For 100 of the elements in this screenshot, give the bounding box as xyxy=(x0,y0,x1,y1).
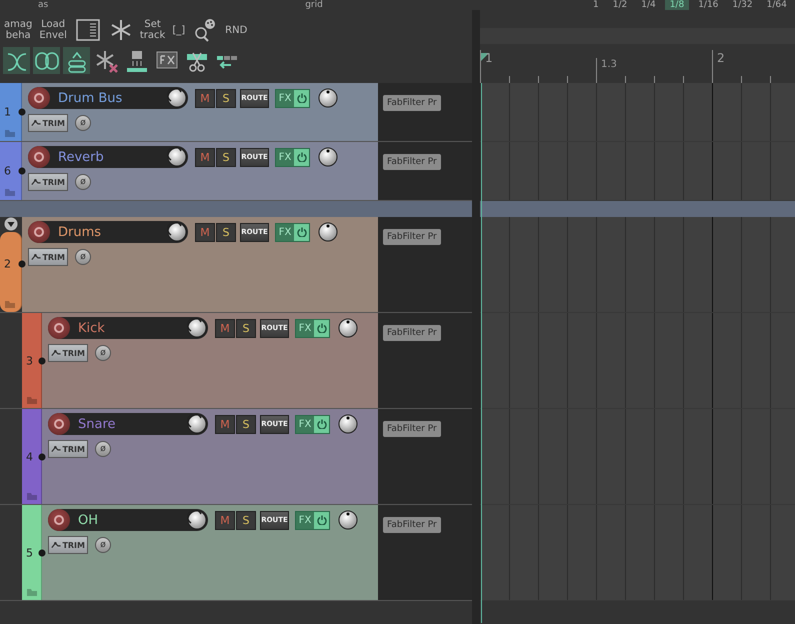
plugin-slot[interactable]: FabFilter Pr xyxy=(383,325,441,341)
fx-button[interactable]: FX xyxy=(296,512,314,528)
plugin-slot[interactable]: FabFilter Pr xyxy=(383,95,441,111)
collapse-icon[interactable] xyxy=(4,217,18,231)
track-name-field[interactable]: Reverb xyxy=(28,146,188,168)
trim-button[interactable]: TRIM xyxy=(48,536,88,554)
fx-button[interactable]: FX xyxy=(276,90,294,106)
grid-division-button[interactable]: 1/2 xyxy=(608,0,632,10)
volume-knob xyxy=(167,88,187,108)
toolbar-button[interactable] xyxy=(33,47,60,74)
folder-icon xyxy=(27,397,37,404)
phase-button[interactable]: ø xyxy=(75,115,91,131)
solo-button[interactable]: S xyxy=(236,510,256,530)
toolbar-button[interactable]: RND xyxy=(224,24,248,36)
mute-button[interactable]: M xyxy=(215,414,235,434)
fx-bypass-button[interactable] xyxy=(314,320,329,336)
volume-knob xyxy=(187,414,207,434)
track-name-field[interactable]: Snare xyxy=(48,413,208,435)
envelope-icon xyxy=(51,349,62,357)
trim-button[interactable]: TRIM xyxy=(28,114,68,132)
track-name-field[interactable]: Drums xyxy=(28,221,188,243)
solo-button[interactable]: S xyxy=(236,414,256,434)
phase-button[interactable]: ø xyxy=(75,174,91,190)
fx-bypass-button[interactable] xyxy=(294,224,309,240)
mute-button[interactable]: M xyxy=(195,148,215,166)
fx-button[interactable]: FX xyxy=(296,416,314,432)
fx-button[interactable]: FX xyxy=(276,148,294,166)
phase-button[interactable]: ø xyxy=(95,441,111,457)
toolbar-button[interactable]: amag beha xyxy=(3,19,34,41)
record-arm-button[interactable] xyxy=(48,509,70,531)
record-icon xyxy=(34,152,44,162)
grid-division-button[interactable]: 1/16 xyxy=(693,0,724,10)
grid-division-button[interactable]: 1/32 xyxy=(727,0,758,10)
toolbar-label: grid xyxy=(305,0,323,10)
track-name: Reverb xyxy=(57,150,105,164)
envelope-icon xyxy=(51,541,62,549)
trim-button[interactable]: TRIM xyxy=(48,440,88,458)
record-arm-button[interactable] xyxy=(48,413,70,435)
record-icon xyxy=(34,227,44,237)
fx-button[interactable]: FX xyxy=(276,224,294,240)
trim-button[interactable]: TRIM xyxy=(48,344,88,362)
grid-division-button[interactable]: 1/4 xyxy=(636,0,661,10)
plugin-slot[interactable]: FabFilter Pr xyxy=(383,154,441,170)
grid-division-button[interactable]: 1/64 xyxy=(762,0,792,10)
volume-knob xyxy=(167,222,187,242)
record-arm-button[interactable] xyxy=(28,87,50,109)
pan-knob[interactable] xyxy=(318,222,338,242)
folder-icon xyxy=(5,130,15,137)
pan-knob[interactable] xyxy=(338,318,358,338)
track-number: 4 xyxy=(26,450,33,463)
pan-knob[interactable] xyxy=(318,88,338,108)
grid-division-button[interactable]: 1 xyxy=(588,0,604,10)
folder-icon xyxy=(27,589,37,596)
fx-bypass-button[interactable] xyxy=(314,416,329,432)
phase-button[interactable]: ø xyxy=(95,345,111,361)
plugin-slot[interactable]: FabFilter Pr xyxy=(383,517,441,533)
toolbar-button[interactable]: Load Envel xyxy=(38,19,68,41)
fx-button[interactable]: FX xyxy=(296,320,314,336)
toolbar-button[interactable] xyxy=(3,47,30,74)
mute-button[interactable]: M xyxy=(215,510,235,530)
record-arm-button[interactable] xyxy=(48,317,70,339)
connector-dot-icon xyxy=(18,260,26,268)
fx-bypass-button[interactable] xyxy=(314,512,329,528)
pan-knob[interactable] xyxy=(318,147,338,167)
track-name-field[interactable]: OH xyxy=(48,509,208,531)
toolbar-button[interactable] xyxy=(63,47,90,74)
envelope-icon xyxy=(51,445,62,453)
phase-button[interactable]: ø xyxy=(75,249,91,265)
grid-division-button[interactable]: 1/8 xyxy=(664,0,690,10)
phase-button[interactable]: ø xyxy=(95,537,111,553)
envelope-icon xyxy=(31,178,42,186)
mute-button[interactable]: M xyxy=(195,222,215,242)
track-name-field[interactable]: Drum Bus xyxy=(28,87,188,109)
fx-bypass-button[interactable] xyxy=(294,148,309,166)
folder-icon xyxy=(27,493,37,500)
pan-knob[interactable] xyxy=(338,414,358,434)
mute-button[interactable]: M xyxy=(215,318,235,338)
trim-button[interactable]: TRIM xyxy=(28,173,68,191)
volume-knob xyxy=(167,147,187,167)
plugin-slot[interactable]: FabFilter Pr xyxy=(383,421,441,437)
track-number: 1 xyxy=(4,106,11,118)
track-name: Drums xyxy=(57,224,102,240)
trim-button[interactable]: TRIM xyxy=(28,248,68,266)
fx-bypass-button[interactable] xyxy=(294,90,309,106)
solo-button[interactable]: S xyxy=(216,88,236,108)
toolbar-button[interactable]: [_] xyxy=(171,24,186,36)
solo-button[interactable]: S xyxy=(216,148,236,166)
solo-button[interactable]: S xyxy=(216,222,236,242)
power-icon xyxy=(316,323,326,333)
solo-button[interactable]: S xyxy=(236,318,256,338)
track-number: 6 xyxy=(4,164,11,178)
track-name: OH xyxy=(77,512,100,528)
record-arm-button[interactable] xyxy=(28,221,50,243)
record-arm-button[interactable] xyxy=(28,146,50,168)
snowflake-icon xyxy=(110,19,132,41)
plugin-slot[interactable]: FabFilter Pr xyxy=(383,229,441,245)
toolbar-button[interactable]: Set track xyxy=(138,19,166,41)
mute-button[interactable]: M xyxy=(195,88,215,108)
track-name-field[interactable]: Kick xyxy=(48,317,208,339)
pan-knob[interactable] xyxy=(338,510,358,530)
